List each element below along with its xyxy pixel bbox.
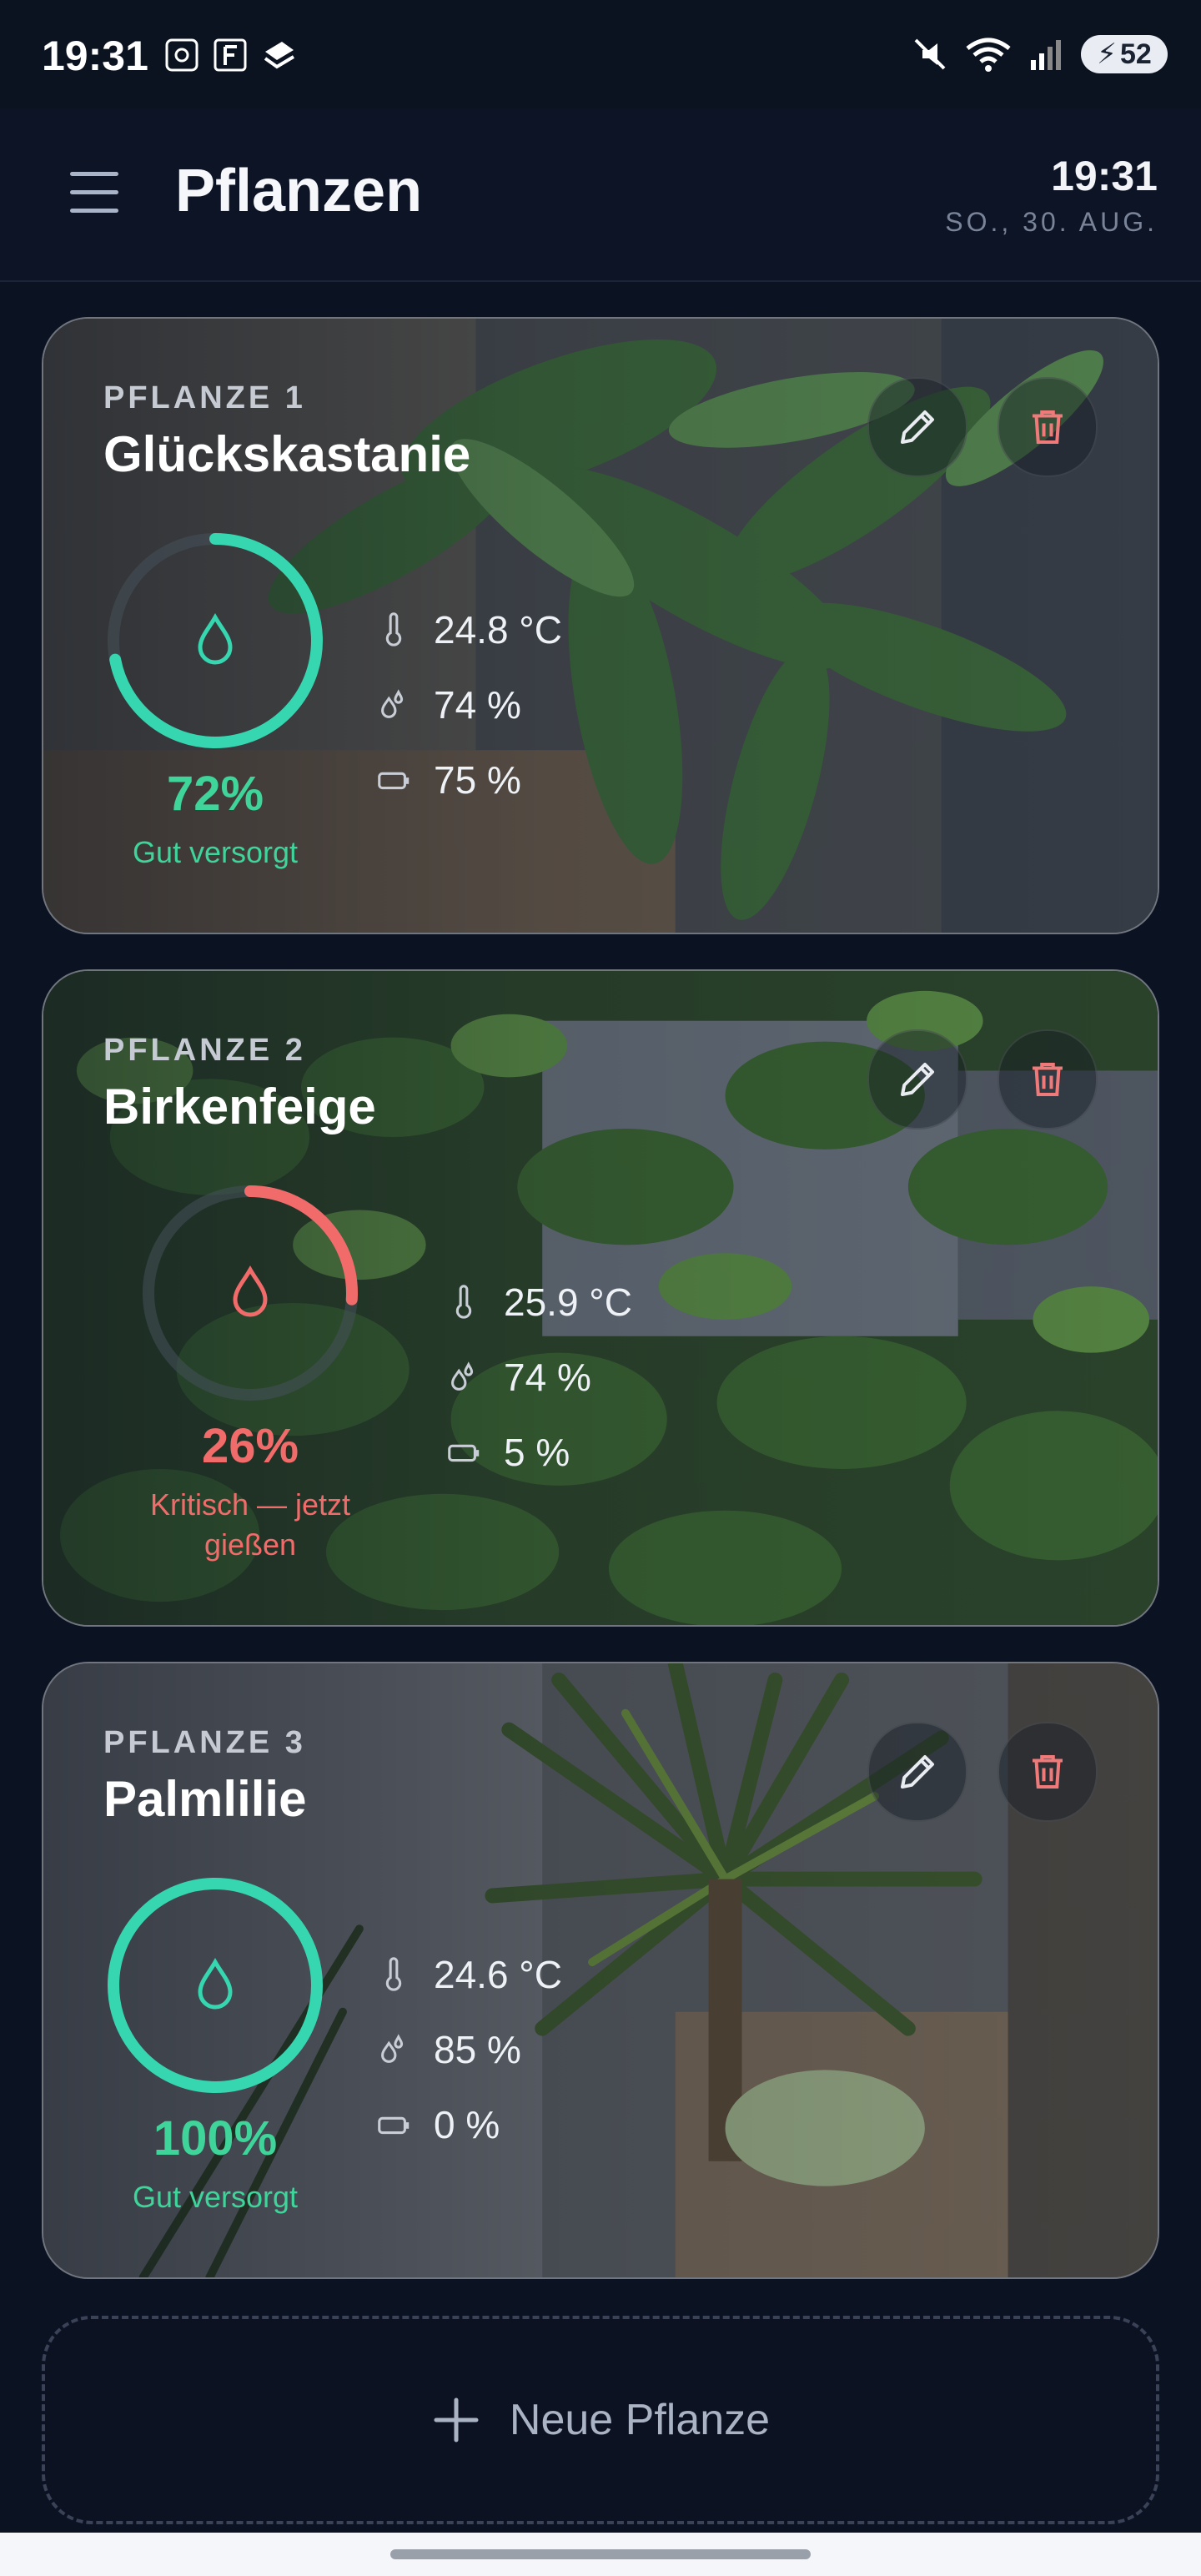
- trash-icon: [1033, 1754, 1063, 1789]
- page-title: Pflanzen: [175, 158, 423, 224]
- water-drop-icon: [198, 1957, 233, 2010]
- screenshot-icon: [165, 38, 198, 72]
- menu-icon[interactable]: [70, 172, 118, 214]
- humidity-icon: [451, 1361, 474, 1391]
- plant-label: PFLANZE 1: [103, 380, 306, 415]
- metrics: 24.8 °C 74 % 75 %: [372, 592, 562, 818]
- humidity-metric: 74 %: [372, 667, 562, 742]
- delete-button[interactable]: [997, 377, 1098, 477]
- stack-icon: [264, 42, 295, 69]
- battery-indicator: ⚡ 52: [1081, 35, 1168, 73]
- thermometer-icon: [385, 612, 402, 647]
- status-bar: 19:31 ⚡ 52: [0, 0, 1201, 108]
- thermometer-icon: [455, 1285, 472, 1319]
- metrics: 25.9 °C 74 % 5 %: [442, 1265, 632, 1490]
- water-level-ring: [102, 527, 329, 754]
- delete-button[interactable]: [997, 1722, 1098, 1822]
- app-header: Pflanzen 19:31 SO., 30. AUG.: [0, 108, 1201, 282]
- edit-button[interactable]: [867, 377, 967, 477]
- header-date: SO., 30. AUG.: [945, 207, 1158, 237]
- battery-icon: [448, 1444, 480, 1462]
- thermometer-icon: [385, 1957, 402, 1991]
- home-indicator[interactable]: [390, 2549, 811, 2559]
- humidity-icon: [381, 2034, 404, 2063]
- battery-icon: [378, 772, 410, 790]
- status-text: Gut versorgt: [132, 2180, 299, 2214]
- water-drop-icon: [198, 612, 233, 665]
- battery-metric: 0 %: [372, 2087, 562, 2162]
- battery-metric: 5 %: [442, 1415, 632, 1490]
- plant-card[interactable]: PFLANZE 1 Glückskastanie 72% Gut versorg…: [42, 317, 1159, 934]
- plant-label: PFLANZE 3: [103, 1725, 306, 1760]
- charging-icon: ⚡: [1097, 38, 1118, 70]
- water-percent: 100%: [153, 2111, 278, 2166]
- water-percent: 72%: [166, 767, 264, 821]
- humidity-icon: [381, 689, 404, 718]
- water-level-ring: [102, 1872, 329, 2099]
- plant-card[interactable]: PFLANZE 2 Birkenfeige 26% Kritisch — jet…: [42, 969, 1159, 1627]
- trash-icon: [1033, 410, 1063, 445]
- plant-card[interactable]: PFLANZE 3 Palmlilie 100% Gut versorgt 24…: [42, 1662, 1159, 2279]
- plant-name: Glückskastanie: [103, 426, 471, 482]
- pencil-icon: [900, 410, 935, 445]
- water-level-arc: [108, 1878, 323, 2093]
- header-time: 19:31: [1051, 153, 1158, 199]
- water-drop-icon: [233, 1265, 268, 1317]
- humidity-metric: 74 %: [442, 1340, 632, 1415]
- plant-label: PFLANZE 2: [103, 1033, 306, 1068]
- status-time: 19:31: [42, 33, 148, 79]
- plant-name: Palmlilie: [103, 1771, 307, 1827]
- temperature-metric: 24.6 °C: [372, 1937, 562, 2012]
- plant-name: Birkenfeige: [103, 1079, 376, 1135]
- add-plant-label: Neue Pflanze: [509, 2396, 771, 2444]
- plus-icon: [434, 2397, 479, 2443]
- water-level-ring: [137, 1180, 364, 1406]
- temperature-metric: 24.8 °C: [372, 592, 562, 667]
- humidity-metric: 85 %: [372, 2012, 562, 2087]
- pencil-icon: [900, 1062, 935, 1097]
- trash-icon: [1033, 1062, 1063, 1097]
- delete-button[interactable]: [997, 1029, 1098, 1130]
- edit-button[interactable]: [867, 1029, 967, 1130]
- edit-button[interactable]: [867, 1722, 967, 1822]
- mute-icon: [914, 38, 946, 70]
- battery-icon: [378, 2116, 410, 2135]
- pencil-icon: [900, 1754, 935, 1789]
- metrics: 24.6 °C 85 % 0 %: [372, 1937, 562, 2162]
- status-text: Gut versorgt: [132, 835, 299, 869]
- status-text: Kritisch — jetzt gießen: [149, 1487, 351, 1562]
- add-plant-button[interactable]: Neue Pflanze: [42, 2316, 1159, 2524]
- app-f-icon: [214, 38, 247, 72]
- water-percent: 26%: [201, 1419, 299, 1473]
- temperature-metric: 25.9 °C: [442, 1265, 632, 1340]
- signal-icon: [1031, 40, 1061, 70]
- wifi-icon: [966, 38, 1011, 72]
- battery-metric: 75 %: [372, 742, 562, 818]
- gesture-bar: [0, 2533, 1201, 2576]
